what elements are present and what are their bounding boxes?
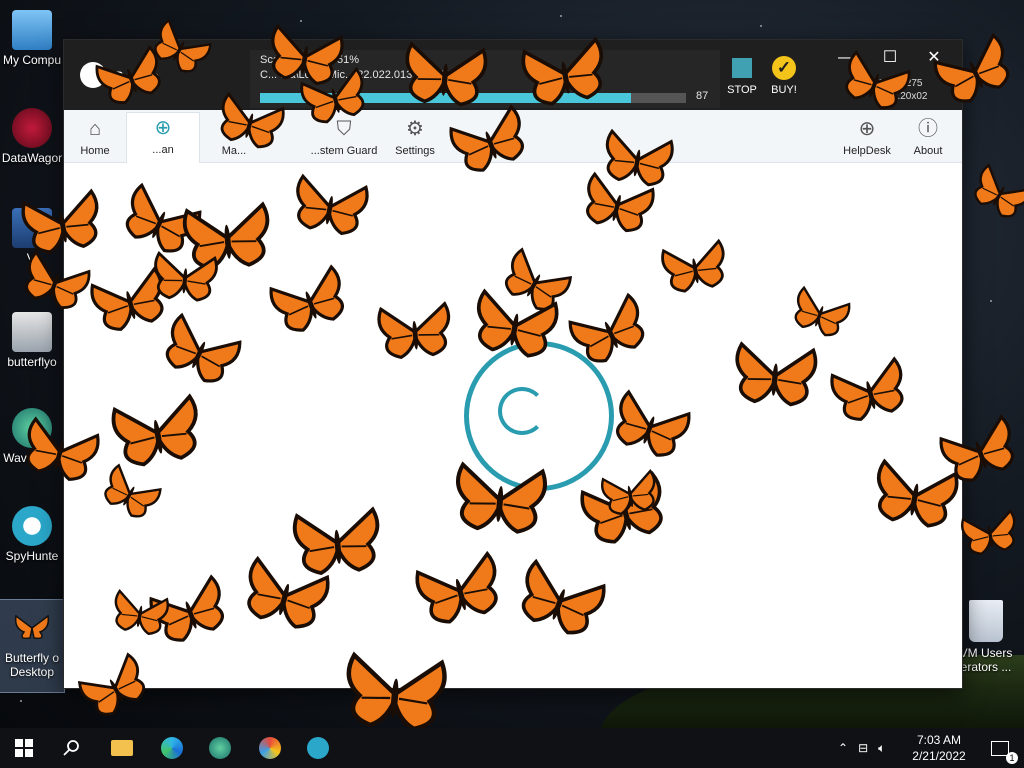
desktop-icon-my-computer[interactable]: My Compu <box>0 10 64 67</box>
version-line-2: ...22.20x02 <box>878 91 928 102</box>
desktop-icon-butterfly-on-desktop[interactable]: Butterfly o Desktop <box>0 599 65 693</box>
scan-progress-fill <box>260 93 631 103</box>
shield-icon: ⛉ <box>336 118 352 140</box>
version-info: 12.23.275 ...22.20x02 <box>878 77 927 103</box>
search-button[interactable] <box>48 728 96 768</box>
desktop-icon-spyhunter[interactable]: SpyHunte <box>0 506 64 563</box>
tab-label: HelpDesk <box>843 145 891 157</box>
windows-icon <box>15 739 33 757</box>
desktop-icon-label: My Compu <box>2 53 61 67</box>
main-toolbar: ⌂ Home ⊕ ...an ⌕ Ma... ⛉ ...stem Guard ⚙… <box>64 110 962 163</box>
buy-button[interactable]: ✓ BUY! <box>764 50 804 108</box>
start-button[interactable] <box>0 728 48 768</box>
app-icon <box>12 208 52 248</box>
butterfly-icon <box>12 608 52 648</box>
folder-icon <box>111 740 133 756</box>
taskbar-spyhunter[interactable] <box>294 728 342 768</box>
recycle-bin-icon <box>969 600 1003 642</box>
spyhunter-icon <box>12 506 52 546</box>
scan-progress-value: 87 <box>696 90 709 102</box>
scan-spinner-icon <box>498 387 546 435</box>
stop-button[interactable]: STOP <box>722 50 762 108</box>
system-tray: ⌃ ⊟ 🔈︎ <box>838 728 885 768</box>
tab-home[interactable]: ⌂ Home <box>70 114 120 160</box>
tab-settings[interactable]: ⚙ Settings <box>392 114 438 160</box>
datawagon-icon <box>12 108 52 148</box>
scan-icon: ⊕ <box>154 117 172 139</box>
clock-time: 7:03 AM <box>916 733 962 747</box>
taskbar-clock[interactable]: 7:03 AM 2/21/2022 <box>904 732 974 764</box>
browser-icon <box>259 737 281 759</box>
volume-icon[interactable]: 🔈︎ <box>878 741 885 756</box>
chevron-up-icon[interactable]: ⌃ <box>838 741 848 755</box>
desktop-icon-butterflyo[interactable]: butterflyo <box>0 312 64 369</box>
checkmark-icon: ✓ <box>772 56 796 80</box>
search-icon <box>63 740 79 756</box>
clock-date: 2/21/2022 <box>912 749 966 763</box>
desktop-icon-vi[interactable]: Vi <box>0 208 64 265</box>
close-button[interactable]: ✕ <box>914 44 954 72</box>
stop-label: STOP <box>727 84 757 96</box>
tab-label: About <box>913 145 943 157</box>
desktop-icon-datawagon[interactable]: DataWagor <box>0 108 64 165</box>
wavebrowser-icon <box>12 408 52 448</box>
tab-label: ...stem Guard <box>310 145 378 157</box>
tab-about[interactable]: ⓘ About <box>906 114 950 160</box>
scan-current-file: C... ...a\Local\Mic... 22.022.0130... ..… <box>260 69 482 81</box>
butterfly-decoration <box>961 508 1016 556</box>
notification-button[interactable]: 1 <box>976 728 1024 768</box>
spyhunter-icon <box>307 737 329 759</box>
tab-label: Ma... <box>221 145 247 157</box>
scan-progress-bar <box>260 93 686 103</box>
helpdesk-icon: ⊕ <box>858 118 876 140</box>
scan-memory-text: Sca... Memory: 51% <box>260 54 360 66</box>
installer-icon <box>12 312 52 352</box>
taskbar-file-explorer[interactable] <box>98 728 146 768</box>
desktop-icon-label: SpyHunte <box>5 549 59 563</box>
notification-icon: 1 <box>991 740 1018 764</box>
taskbar-browser[interactable] <box>246 728 294 768</box>
network-icon[interactable]: ⊟ <box>858 741 868 755</box>
info-icon: ⓘ <box>918 118 938 140</box>
scan-status-panel: Sca... Memory: 51% C... ...a\Local\Mic..… <box>250 50 720 108</box>
version-line-1: 12.23.275 <box>878 78 923 89</box>
butterfly-decoration <box>974 163 1024 218</box>
computer-icon <box>12 10 52 50</box>
taskbar-edge[interactable] <box>148 728 196 768</box>
desktop-icon-label: butterflyo <box>7 355 57 369</box>
magnifier-icon: ⌕ <box>228 118 240 140</box>
buy-label: BUY! <box>771 84 797 96</box>
app-logo-icon <box>80 62 106 88</box>
taskbar: ⌃ ⊟ 🔈︎ 7:03 AM 2/21/2022 1 <box>0 728 1024 768</box>
desktop-icon-wavebrowser[interactable]: WaveBrow <box>0 408 64 465</box>
notification-count: 1 <box>1006 751 1018 764</box>
desktop-icon-label: WaveBrow <box>3 451 61 465</box>
tab-system-guard[interactable]: ⛉ ...stem Guard <box>304 114 384 160</box>
tab-scan[interactable]: ⊕ ...an <box>126 112 200 163</box>
tab-helpdesk[interactable]: ⊕ HelpDesk <box>842 114 892 160</box>
desktop-icon-label: Butterfly o Desktop <box>4 651 60 679</box>
wavebrowser-icon <box>209 737 231 759</box>
tab-label: ...an <box>152 144 174 156</box>
maximize-button[interactable]: ☐ <box>870 44 910 72</box>
desktop-icon-label: Vi <box>26 251 38 265</box>
home-icon: ⌂ <box>88 118 102 140</box>
scan-content-area <box>64 163 962 688</box>
desktop-icon-label: VM Users erators ... <box>959 646 1013 674</box>
minimize-button[interactable]: — <box>826 44 866 72</box>
desktop-icon-label: DataWagor <box>1 151 63 165</box>
tab-label: Settings <box>395 145 435 157</box>
stop-icon <box>732 58 752 78</box>
tab-label: Home <box>80 145 110 157</box>
tab-malware[interactable]: ⌕ Ma... <box>204 114 264 160</box>
edge-icon <box>161 737 183 759</box>
taskbar-wavebrowser[interactable] <box>196 728 244 768</box>
app-logo-text: S...ree <box>114 68 160 84</box>
gear-icon: ⚙ <box>406 118 424 140</box>
title-bar[interactable]: S...ree Sca... Memory: 51% C... ...a\Loc… <box>64 40 962 110</box>
app-window: S...ree Sca... Memory: 51% C... ...a\Loc… <box>63 39 963 689</box>
